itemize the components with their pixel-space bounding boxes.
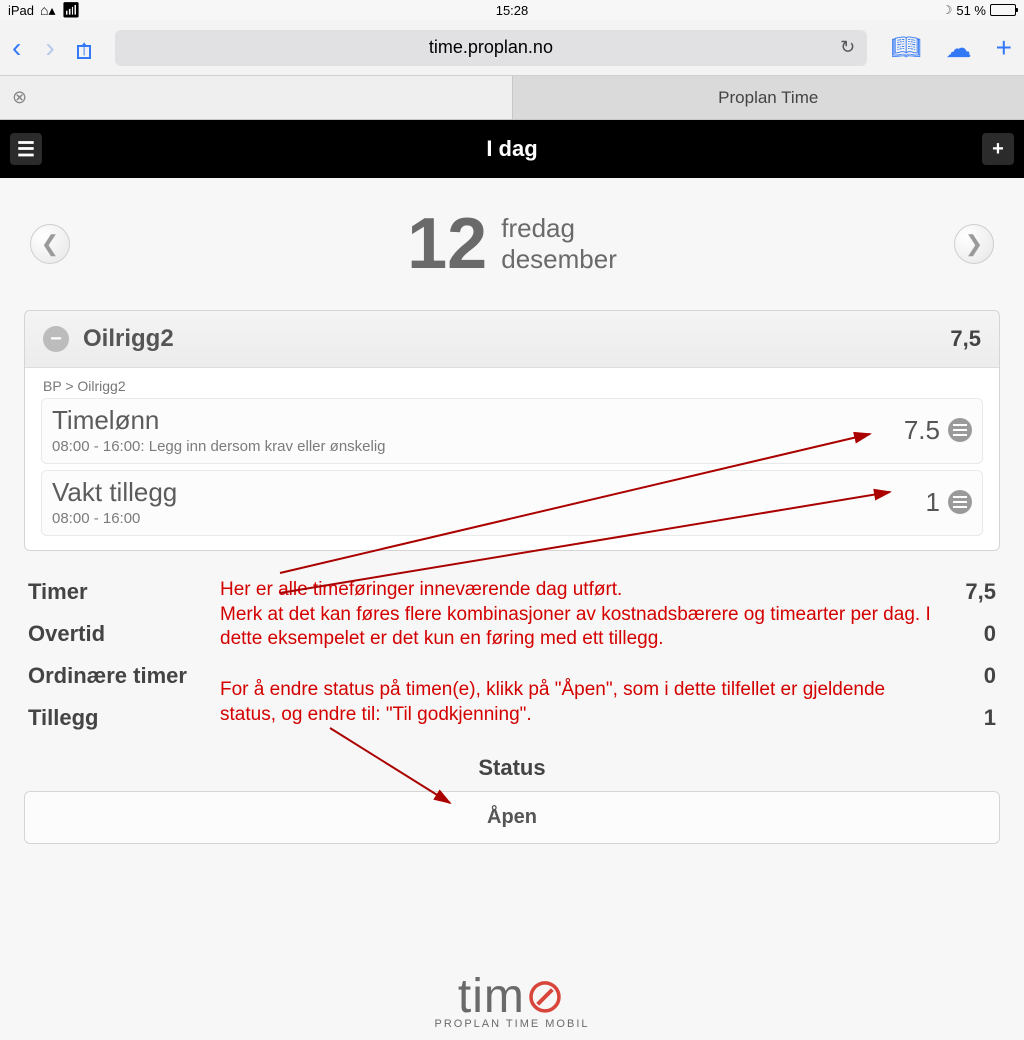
icloud-tabs-button[interactable]: ☁︎ [946, 35, 972, 61]
entry-title: Vakt tillegg [52, 477, 926, 508]
bookmarks-button[interactable]: 📖︎ [891, 36, 921, 60]
tab-proplan-time[interactable]: Proplan Time [513, 76, 1024, 119]
arrow-right-icon: ❯ [965, 231, 983, 257]
brand-o-icon: ⊘ [525, 970, 566, 1023]
entry-subtitle: 08:00 - 16:00: Legg inn dersom krav elle… [52, 438, 904, 455]
footer-logo: tim⊘ PROPLAN TIME MOBIL [435, 968, 590, 1030]
summary-label: Tillegg [28, 705, 99, 731]
add-button[interactable]: + [982, 133, 1014, 165]
date-display: 12 fredag desember [407, 208, 617, 280]
share-button[interactable]: ↑︎ [79, 37, 91, 59]
date-navigator: ❮ 12 fredag desember ❯ [20, 178, 1004, 310]
ios-status-bar: iPad ⌂︎ ▴ 📶︎ 15:28 ☽ 51 % [0, 0, 1024, 20]
status-button[interactable]: Åpen [24, 791, 1000, 844]
wifi-icon: ⌂︎ [40, 2, 48, 18]
page-title: I dag [486, 136, 537, 162]
plus-icon: + [992, 138, 1004, 161]
entry-value: 7.5 [904, 415, 948, 446]
tab-label: Proplan Time [718, 88, 818, 108]
project-header[interactable]: − Oilrigg2 7,5 [25, 311, 999, 368]
summary-value: 1 [984, 705, 996, 731]
collapse-icon[interactable]: − [43, 326, 69, 352]
status-heading: Status [20, 755, 1004, 781]
clock: 15:28 [496, 3, 529, 18]
prev-day-button[interactable]: ❮ [30, 224, 70, 264]
day-number: 12 [407, 208, 487, 280]
hamburger-icon: ☰ [17, 137, 35, 162]
next-day-button[interactable]: ❯ [954, 224, 994, 264]
wifi-icon: 📶︎ [62, 1, 81, 19]
back-button[interactable]: ‹ [12, 34, 21, 62]
menu-button[interactable]: ☰ [10, 133, 42, 165]
time-entry[interactable]: Timelønn 08:00 - 16:00: Legg inn dersom … [41, 398, 983, 464]
entry-subtitle: 08:00 - 16:00 [52, 510, 926, 527]
drag-handle-icon[interactable] [948, 418, 972, 442]
summary-label: Ordinære timer [28, 663, 187, 689]
new-tab-button[interactable]: + [996, 34, 1012, 62]
project-name: Oilrigg2 [83, 325, 174, 353]
safari-toolbar: ‹ › ↑︎ time.proplan.no ↻ 📖︎ ☁︎ + [0, 20, 1024, 76]
forward-button: › [45, 34, 54, 62]
month-label: desember [501, 244, 617, 275]
annotation-text-1: Her er alle timeføringer inneværende dag… [220, 578, 940, 652]
annotation-text-2: For å endre status på timen(e), klikk på… [220, 678, 920, 727]
reload-icon[interactable]: ↻ [840, 37, 855, 58]
time-entry[interactable]: Vakt tillegg 08:00 - 16:00 1 [41, 470, 983, 536]
brand-pre: tim [458, 970, 525, 1023]
url-text: time.proplan.no [429, 37, 553, 58]
app-header: ☰ I dag + [0, 120, 1024, 178]
brand-tagline: PROPLAN TIME MOBIL [435, 1018, 590, 1030]
summary-label: Overtid [28, 621, 105, 647]
summary-label: Timer [28, 579, 88, 605]
battery-percent: 51 % [956, 3, 986, 18]
device-label: iPad [8, 3, 34, 18]
project-total: 7,5 [950, 326, 981, 352]
address-bar[interactable]: time.proplan.no ↻ [115, 30, 868, 66]
safari-tab-row: ⊗ Proplan Time [0, 76, 1024, 120]
drag-handle-icon[interactable] [948, 490, 972, 514]
summary-value: 7,5 [965, 579, 996, 605]
project-card: − Oilrigg2 7,5 BP > Oilrigg2 Timelønn 08… [24, 310, 1000, 551]
summary-value: 0 [984, 663, 996, 689]
status-value: Åpen [487, 806, 537, 828]
wifi-icon: ▴ [49, 2, 56, 19]
entry-title: Timelønn [52, 405, 904, 436]
arrow-left-icon: ❮ [41, 231, 59, 257]
dnd-moon-icon: ☽ [942, 3, 953, 17]
battery-icon [990, 4, 1016, 16]
weekday-label: fredag [501, 213, 617, 244]
entry-value: 1 [926, 487, 948, 518]
summary-value: 0 [984, 621, 996, 647]
tab-blank[interactable]: ⊗ [0, 76, 513, 119]
close-tab-icon[interactable]: ⊗ [12, 87, 27, 108]
breadcrumb: BP > Oilrigg2 [25, 368, 999, 396]
content-area: ❮ 12 fredag desember ❯ − Oilrigg2 7,5 BP… [0, 178, 1024, 844]
